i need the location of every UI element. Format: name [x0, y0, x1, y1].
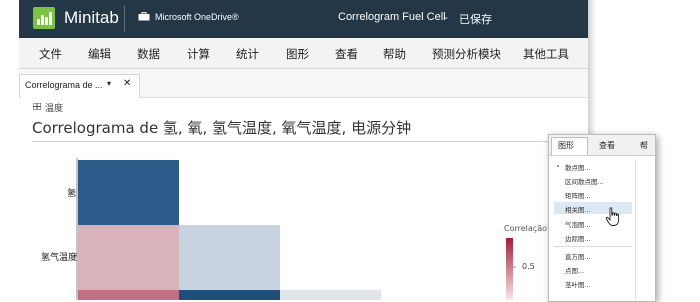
briefcase-icon — [138, 12, 150, 21]
menu-calc[interactable]: 计算 — [187, 46, 210, 62]
legend-colorbar — [506, 238, 513, 300]
menu-file[interactable]: 文件 — [39, 46, 62, 62]
save-status: 已保存 — [459, 13, 492, 26]
popup-menu-graph[interactable]: 图形 — [558, 140, 574, 151]
row-label: 氢 — [67, 189, 77, 199]
menu-item-bubble[interactable]: 气泡图... — [565, 219, 591, 229]
popup-menu-help[interactable]: 帮 — [640, 140, 648, 151]
menu-data[interactable]: 数据 — [137, 46, 160, 62]
table-icon — [33, 103, 41, 110]
cell-red — [78, 290, 179, 300]
popup-menubar: 图形 查看 帮 — [549, 135, 655, 156]
legend-tick-label: 0.5 — [522, 262, 535, 271]
minitab-logo-icon — [33, 7, 55, 29]
tab-label: Correlograma de ... — [25, 80, 103, 90]
title-separator: - — [444, 11, 448, 24]
correlogram: 氢 氢气温度 — [19, 150, 588, 300]
title-bar: Minitab Microsoft OneDrive® Correlogram … — [19, 0, 588, 38]
heading-divider — [32, 141, 577, 142]
menu-item-scatter[interactable]: 散点图... — [565, 162, 591, 172]
cell-pink — [78, 225, 179, 290]
cell-navy — [179, 290, 280, 300]
chevron-down-icon[interactable]: ▾ — [107, 79, 111, 88]
tab-row: Correlograma de ... ▾ ✕ — [19, 69, 588, 98]
brand-name: Minitab — [64, 8, 119, 27]
menu-help[interactable]: 帮助 — [383, 46, 406, 62]
cell-light-blue — [179, 225, 280, 290]
menu-item-matrix[interactable]: 矩阵图... — [565, 190, 591, 200]
bullet-icon — [557, 165, 559, 167]
menu-item-dotplot[interactable]: 点图... — [565, 265, 584, 275]
menu-graph[interactable]: 图形 — [286, 46, 309, 62]
document-title[interactable]: Correlogram Fuel Cell — [338, 11, 446, 23]
menu-item-correlogram[interactable]: 相关图... — [565, 204, 591, 214]
tab-correlogram[interactable]: Correlograma de ... ▾ ✕ — [19, 74, 140, 98]
menu-edit[interactable]: 编辑 — [88, 46, 111, 62]
cell-pale — [280, 290, 381, 300]
breadcrumb: 温度 — [45, 104, 64, 114]
menu-item-stem-leaf[interactable]: 茎叶图... — [565, 279, 591, 289]
close-icon[interactable]: ✕ — [123, 78, 131, 89]
menu-view[interactable]: 查看 — [335, 46, 358, 62]
menu-bar: 文件 编辑 数据 计算 统计 图形 查看 帮助 预测分析模块 其他工具 — [19, 38, 588, 69]
onedrive-label[interactable]: Microsoft OneDrive® — [155, 12, 239, 22]
legend-title: Correlação — [504, 224, 547, 233]
popup-menu-view[interactable]: 查看 — [599, 140, 615, 151]
hand-cursor-icon — [605, 207, 620, 226]
menu-item-interval-scatter[interactable]: 区间散点图... — [565, 176, 604, 186]
cell-dark-blue — [78, 160, 179, 225]
menu-stat[interactable]: 统计 — [236, 46, 259, 62]
menu-separator — [554, 246, 632, 247]
menu-other-tools[interactable]: 其他工具 — [523, 46, 569, 62]
row-label: 氢气温度 — [41, 253, 78, 263]
correlogram-svg — [74, 158, 516, 300]
menu-item-histogram[interactable]: 直方图... — [565, 251, 591, 261]
minitab-window: Minitab Microsoft OneDrive® Correlogram … — [19, 0, 588, 300]
popup-scroll-divider — [635, 159, 636, 299]
menu-predictive[interactable]: 预测分析模块 — [432, 46, 501, 62]
page-title: Correlograma de 氢, 氧, 氢气温度, 氧气温度, 电源分钟 — [32, 119, 412, 137]
graph-menu-popup: 图形 查看 帮 散点图... 区间散点图... 矩阵图... 相关图... 气泡… — [548, 134, 656, 302]
titlebar-divider — [124, 6, 125, 32]
menu-item-marginal[interactable]: 边际图... — [565, 233, 591, 243]
